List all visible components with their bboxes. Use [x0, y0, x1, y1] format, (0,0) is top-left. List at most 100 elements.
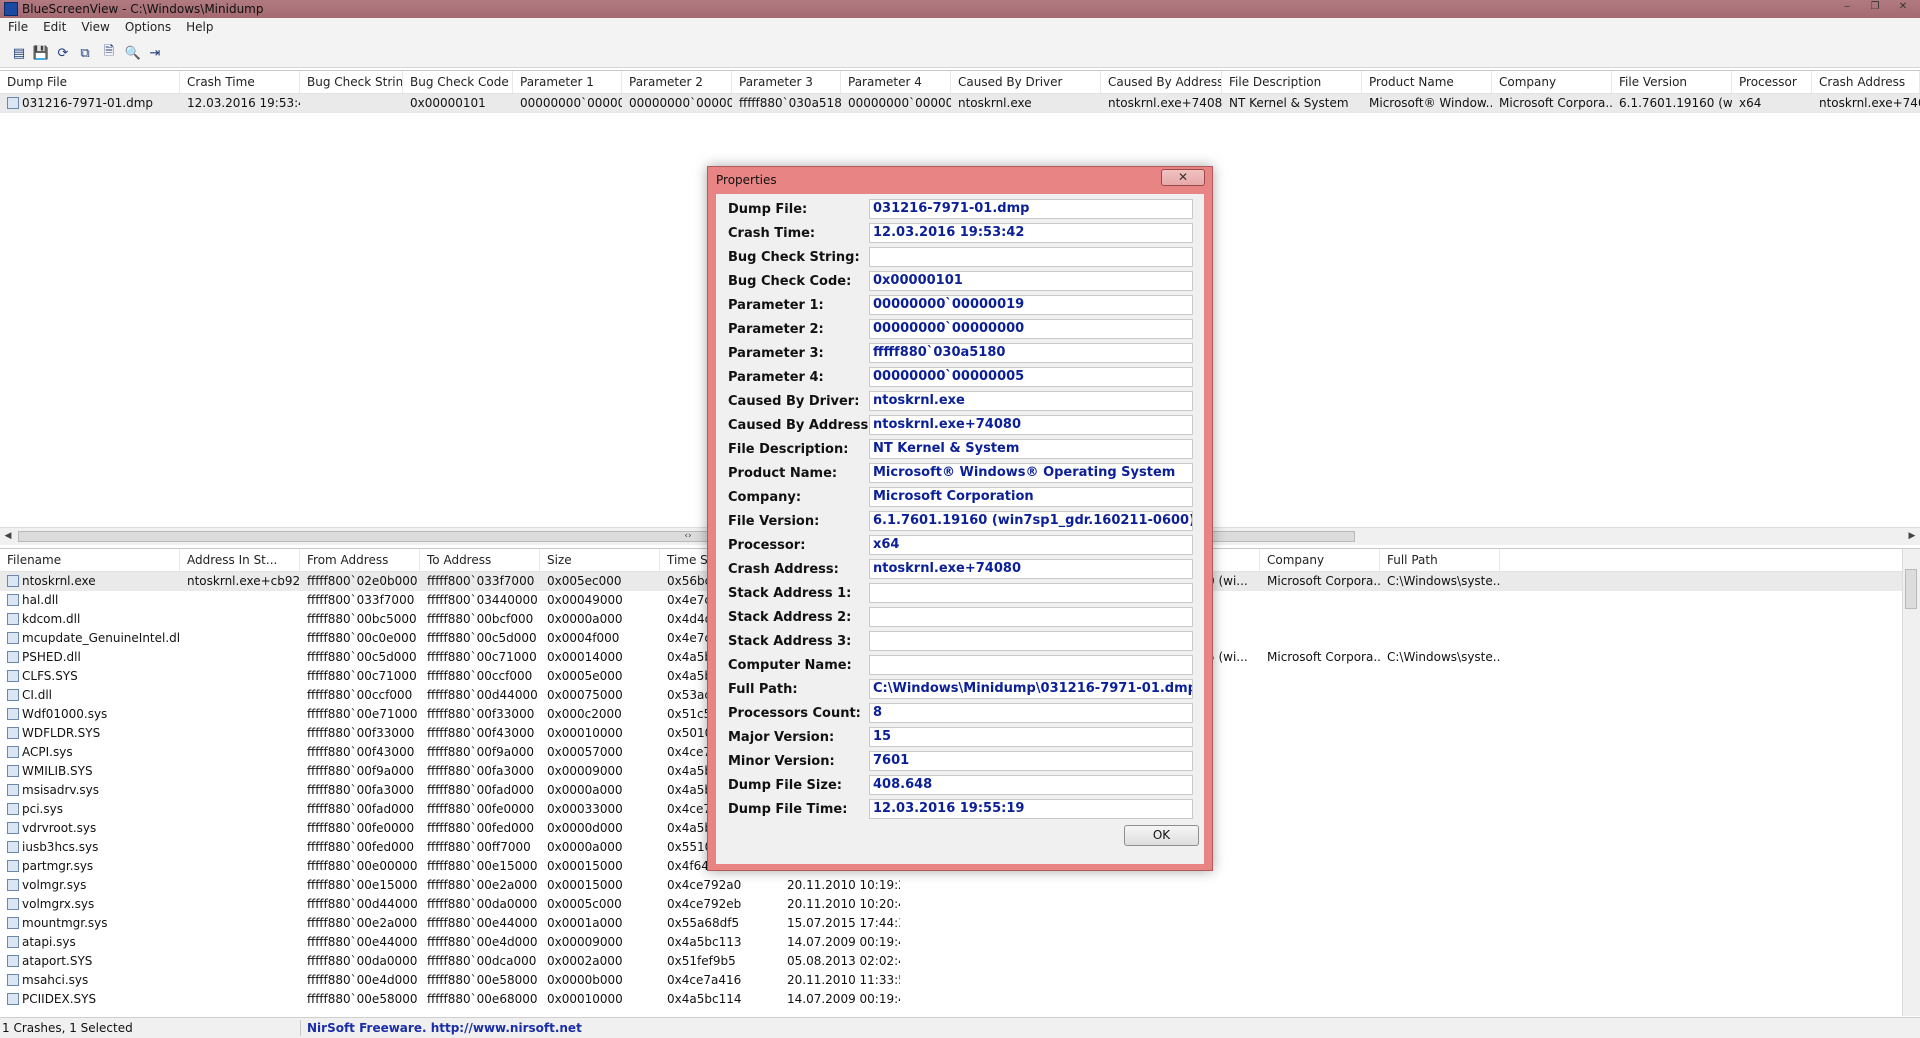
column-header[interactable]: Caused By Driver [951, 71, 1101, 93]
column-header[interactable]: Company [1260, 549, 1380, 571]
column-header[interactable]: From Address [300, 549, 420, 571]
nirsoft-link[interactable]: NirSoft Freeware. http://www.nirsoft.net [307, 1021, 582, 1035]
refresh-icon[interactable]: ⟳ [54, 44, 72, 62]
table-cell: 0x51fef9b5 [660, 952, 780, 971]
table-cell: fffff880`00e4d000 [300, 971, 420, 990]
menu-file[interactable]: File [0, 18, 35, 34]
maximize-button[interactable]: ❐ [1862, 0, 1888, 14]
property-value-field[interactable]: fffff880`030a5180 [869, 343, 1193, 363]
window-controls: ‒ ❐ ✕ [1832, 0, 1916, 16]
property-value-field[interactable]: x64 [869, 535, 1193, 555]
menu-view[interactable]: View [73, 18, 116, 34]
property-value-field[interactable]: 6.1.7601.19160 (win7sp1_gdr.160211-0600) [869, 511, 1193, 531]
property-value-field[interactable]: NT Kernel & System [869, 439, 1193, 459]
property-value-field[interactable] [869, 607, 1193, 627]
cell-text: fffff880`00da0000 [307, 954, 418, 968]
column-header[interactable]: Parameter 3 [732, 71, 841, 93]
table-cell [900, 876, 1000, 895]
properties-icon[interactable]: ▤ [10, 44, 28, 62]
column-header[interactable]: Caused By Address [1101, 71, 1222, 93]
dialog-close-button[interactable]: ✕ [1161, 169, 1205, 186]
property-label: Bug Check Code: [728, 274, 852, 289]
column-header[interactable]: Full Path [1380, 549, 1500, 571]
save-icon[interactable]: 💾 [32, 44, 50, 62]
cell-text: fffff880`00c71000 [307, 669, 417, 683]
table-row[interactable]: 031216-7971-01.dmp 12.03.2016 19:53:42 0x0… [0, 94, 1920, 113]
property-value-field[interactable]: 12.03.2016 19:55:19 [869, 799, 1193, 819]
property-value-field[interactable]: Microsoft Corporation [869, 487, 1193, 507]
property-value-field[interactable]: ntoskrnl.exe [869, 391, 1193, 411]
column-header[interactable]: Parameter 2 [622, 71, 732, 93]
property-value-field[interactable]: ntoskrnl.exe+74080 [869, 559, 1193, 579]
column-header[interactable]: Parameter 4 [841, 71, 951, 93]
property-value-field[interactable]: 15 [869, 727, 1193, 747]
table-row[interactable]: PCIIDEX.SYS fffff880`00e58000 fffff880`00e… [0, 990, 1920, 1009]
column-header[interactable]: Parameter 1 [513, 71, 622, 93]
table-cell [1000, 971, 1100, 990]
table-row[interactable]: mountmgr.sys fffff880`00e2a000 fffff880`00… [0, 914, 1920, 933]
property-value-field[interactable]: C:\Windows\Minidump\031216-7971-01.dmp [869, 679, 1193, 699]
property-value-field[interactable]: 0x00000101 [869, 271, 1193, 291]
table-cell [180, 838, 300, 857]
column-header[interactable]: Filename [0, 549, 180, 571]
cell-text: 14.07.2009 00:19:47 [787, 935, 900, 949]
property-value-field[interactable]: 00000000`00000005 [869, 367, 1193, 387]
table-cell [1260, 838, 1380, 857]
column-header[interactable]: File Description [1222, 71, 1362, 93]
menu-help[interactable]: Help [178, 18, 220, 34]
property-value-field[interactable] [869, 631, 1193, 651]
column-header[interactable]: Crash Time [180, 71, 300, 93]
copy-icon[interactable]: ⧉ [76, 44, 94, 62]
property-value-field[interactable]: 031216-7971-01.dmp [869, 199, 1193, 219]
table-row[interactable]: ataport.SYS fffff880`00da0000 fffff880`00d… [0, 952, 1920, 971]
property-row: Company: Microsoft Corporation [716, 486, 1204, 510]
ok-button[interactable]: OK [1124, 825, 1199, 846]
table-row[interactable]: volmgr.sys fffff880`00e15000 fffff880`00e2… [0, 876, 1920, 895]
vertical-scrollbar[interactable] [1902, 549, 1920, 1016]
column-header[interactable]: Dump File [0, 71, 180, 93]
property-label: Parameter 1: [728, 298, 824, 313]
table-cell [1380, 610, 1500, 629]
scroll-right-icon[interactable]: ▶ [1904, 528, 1920, 545]
property-value-field[interactable]: 7601 [869, 751, 1193, 771]
column-header[interactable]: Processor [1732, 71, 1812, 93]
column-header[interactable]: Product Name [1362, 71, 1492, 93]
property-value-field[interactable]: 408.648 [869, 775, 1193, 795]
module-file-icon [7, 860, 19, 872]
table-row[interactable]: volmgrx.sys fffff880`00d44000 fffff880`00d… [0, 895, 1920, 914]
html-report-icon[interactable]: 🗎 [100, 44, 118, 62]
table-cell: fffff800`033f7000 [300, 591, 420, 610]
menu-edit[interactable]: Edit [35, 18, 73, 34]
scroll-left-icon[interactable]: ◀ [0, 528, 16, 545]
property-row: Bug Check Code: 0x00000101 [716, 270, 1204, 294]
property-label: Parameter 2: [728, 322, 824, 337]
table-cell: 0x0000b000 [540, 971, 660, 990]
property-value-field[interactable] [869, 583, 1193, 603]
property-value-field[interactable] [869, 655, 1193, 675]
menu-options[interactable]: Options [117, 18, 178, 34]
table-row[interactable]: msahci.sys fffff880`00e4d000 fffff880`00e5… [0, 971, 1920, 990]
property-value-field[interactable]: 8 [869, 703, 1193, 723]
close-window-button[interactable]: ✕ [1890, 0, 1916, 14]
scroll-thumb-vertical[interactable] [1905, 569, 1917, 609]
property-value-field[interactable] [869, 247, 1193, 267]
property-value-field[interactable]: ntoskrnl.exe+74080 [869, 415, 1193, 435]
table-row[interactable]: atapi.sys fffff880`00e44000 fffff880`00e4d… [0, 933, 1920, 952]
property-value-field[interactable]: 00000000`00000019 [869, 295, 1193, 315]
column-header[interactable]: To Address [420, 549, 540, 571]
property-value-field[interactable]: Microsoft® Windows® Operating System [869, 463, 1193, 483]
table-cell [1380, 857, 1500, 876]
property-value-field[interactable]: 12.03.2016 19:53:42 [869, 223, 1193, 243]
column-header[interactable]: Bug Check String [300, 71, 403, 93]
column-header[interactable]: Bug Check Code [403, 71, 513, 93]
column-header[interactable]: Address In St... [180, 549, 300, 571]
minimize-button[interactable]: ‒ [1834, 0, 1860, 14]
column-header[interactable]: Company [1492, 71, 1612, 93]
column-header[interactable]: File Version [1612, 71, 1732, 93]
exit-icon[interactable]: ⇥ [146, 44, 164, 62]
column-header[interactable]: Crash Address [1812, 71, 1920, 93]
table-cell: fffff880`00c0e000 [300, 629, 420, 648]
find-icon[interactable]: 🔍 [124, 44, 142, 62]
column-header[interactable]: Size [540, 549, 660, 571]
property-value-field[interactable]: 00000000`00000000 [869, 319, 1193, 339]
